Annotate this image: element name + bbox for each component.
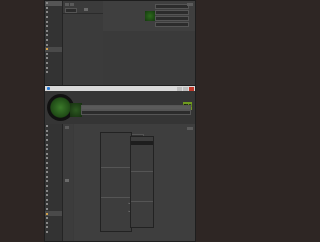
checkbox-icon[interactable] — [46, 29, 48, 32]
checkbox-icon[interactable] — [46, 217, 48, 220]
checkbox-icon[interactable] — [46, 185, 48, 188]
checkbox-icon[interactable] — [46, 152, 48, 155]
checkbox-icon[interactable] — [46, 57, 48, 60]
checkbox-icon[interactable] — [46, 175, 48, 178]
preview-header: ms — [45, 91, 195, 124]
property-field[interactable] — [155, 16, 189, 21]
top-sidebar — [45, 1, 63, 89]
checkbox-icon[interactable] — [46, 6, 48, 9]
checkbox-icon[interactable] — [46, 39, 48, 42]
checkbox-icon[interactable] — [46, 62, 48, 65]
checkbox-icon[interactable] — [46, 230, 48, 233]
top-window — [44, 0, 196, 90]
menu-item[interactable] — [131, 223, 153, 227]
checkbox-icon[interactable] — [46, 207, 48, 210]
checkbox-icon — [46, 2, 48, 5]
property-field[interactable] — [81, 110, 191, 115]
dropdown-button[interactable] — [187, 127, 193, 130]
close-button[interactable] — [189, 86, 194, 91]
property-field[interactable] — [155, 10, 189, 15]
checkbox-icon[interactable] — [46, 171, 48, 174]
context-submenu — [130, 136, 154, 228]
checkbox-icon[interactable] — [46, 189, 48, 192]
checkbox-icon[interactable] — [46, 52, 48, 55]
checkbox-icon[interactable] — [46, 203, 48, 206]
minimize-button[interactable] — [177, 86, 182, 91]
checkbox-icon[interactable] — [46, 129, 48, 132]
checkbox-icon[interactable] — [46, 48, 48, 51]
top-properties-panel — [103, 1, 195, 31]
checkbox-icon[interactable] — [46, 125, 48, 128]
toolbar-button[interactable] — [65, 179, 69, 182]
checkbox-icon[interactable] — [46, 226, 48, 229]
menu-item[interactable] — [101, 227, 131, 231]
checkbox-icon[interactable] — [46, 11, 48, 14]
toolbar-button[interactable] — [70, 3, 74, 6]
toolbar-button[interactable] — [65, 3, 69, 6]
checkbox-icon[interactable] — [46, 66, 48, 69]
checkbox-icon[interactable] — [46, 143, 48, 146]
checkbox-icon[interactable] — [46, 71, 48, 74]
checkbox-icon[interactable] — [46, 194, 48, 197]
sidebar-item[interactable] — [45, 230, 62, 235]
bottom-window: ms ▸▸ — [44, 85, 196, 242]
context-menu: ▸▸ — [100, 132, 132, 233]
checkbox-icon[interactable] — [46, 20, 48, 23]
checkbox-icon[interactable] — [46, 43, 48, 46]
dropdown-button[interactable] — [187, 3, 193, 6]
checkbox-icon[interactable] — [46, 221, 48, 224]
property-field[interactable] — [155, 22, 189, 27]
checkbox-icon[interactable] — [46, 34, 48, 37]
material-preview-icon — [145, 11, 155, 21]
checkbox-icon[interactable] — [46, 157, 48, 160]
checkbox-icon[interactable] — [46, 134, 48, 137]
checkbox-icon[interactable] — [46, 198, 48, 201]
checkbox-icon[interactable] — [46, 139, 48, 142]
maximize-button[interactable] — [183, 86, 188, 91]
checkbox-icon[interactable] — [46, 180, 48, 183]
checkbox-icon[interactable] — [46, 166, 48, 169]
checkbox-icon[interactable] — [46, 16, 48, 19]
sidebar-item[interactable] — [45, 70, 62, 75]
toolbar-button[interactable] — [84, 8, 88, 11]
checkbox-icon[interactable] — [46, 148, 48, 151]
divider — [63, 13, 103, 14]
checkbox-icon[interactable] — [46, 212, 48, 215]
toolbar-button[interactable] — [65, 126, 69, 129]
property-field[interactable] — [155, 4, 189, 9]
bottom-sidebar — [45, 124, 63, 241]
top-tree-panel — [63, 1, 103, 89]
checkbox-icon[interactable] — [46, 25, 48, 28]
app-icon — [47, 87, 50, 90]
checkbox-icon[interactable] — [46, 162, 48, 165]
layer-column — [63, 124, 73, 241]
